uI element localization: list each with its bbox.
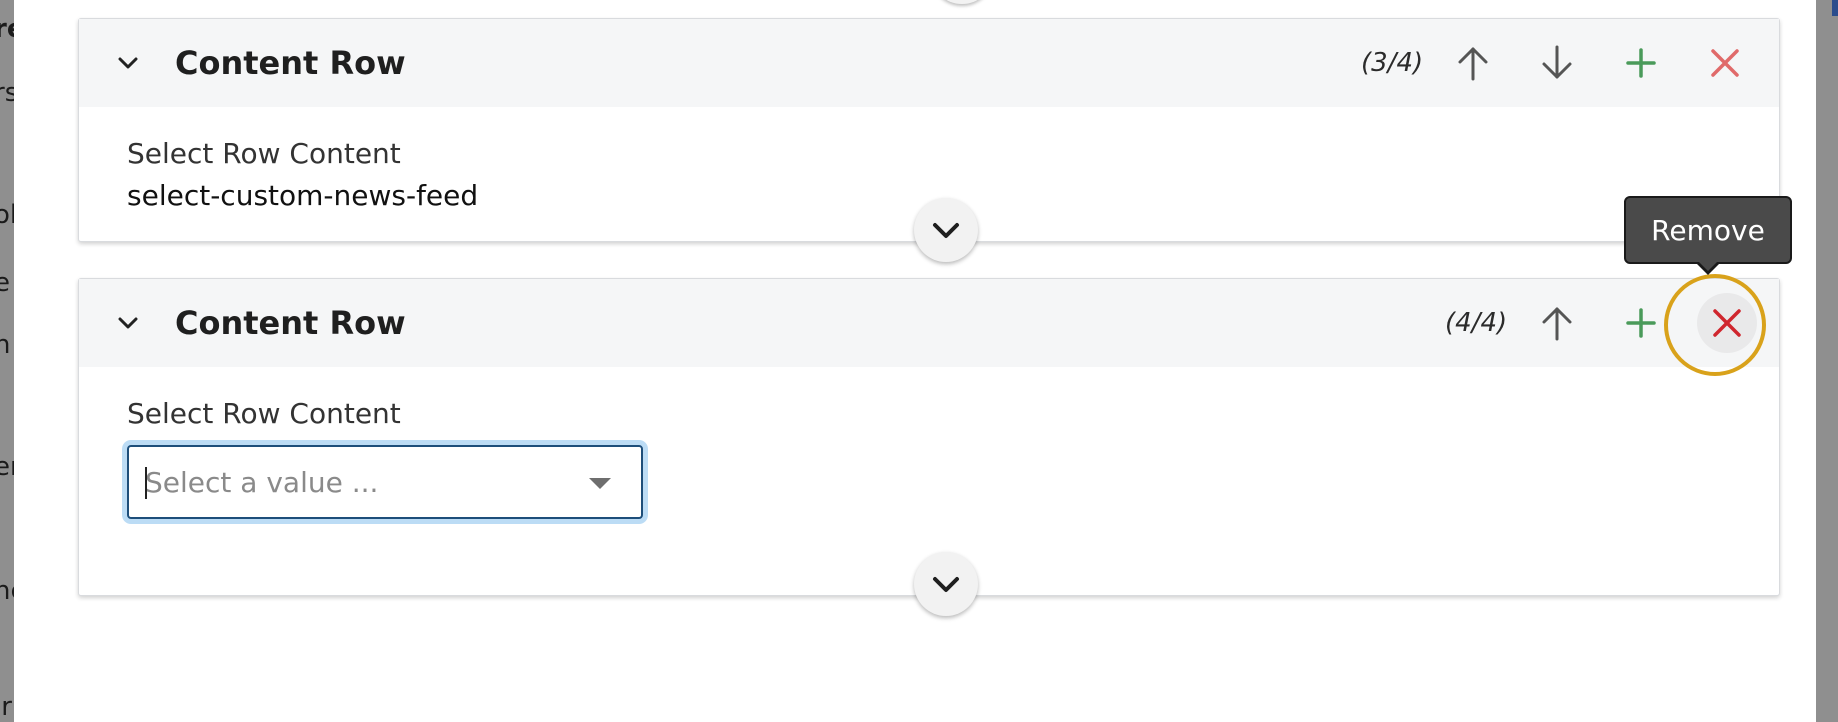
expand-row-button[interactable]	[930, 0, 994, 4]
field-label: Select Row Content	[127, 137, 401, 170]
collapse-chevron-icon[interactable]	[117, 52, 139, 74]
remove-icon	[1711, 49, 1739, 77]
expand-row-button[interactable]	[914, 552, 978, 616]
add-row-button[interactable]	[1613, 295, 1669, 351]
backdrop-text-fragment: e	[0, 268, 10, 298]
field-value: select-custom-news-feed	[127, 179, 479, 212]
dropdown-arrow-icon[interactable]	[589, 478, 611, 489]
chevron-down-icon	[933, 577, 959, 592]
row-title: Content Row	[175, 44, 406, 82]
add-icon	[1626, 48, 1656, 78]
row-content-select[interactable]	[127, 445, 643, 519]
move-up-icon	[1542, 307, 1572, 341]
remove-row-button[interactable]	[1697, 35, 1753, 91]
content-row-header: Content Row (3/4)	[79, 19, 1779, 107]
tooltip-pointer-fill	[1698, 261, 1718, 271]
collapse-chevron-icon[interactable]	[117, 312, 139, 334]
modal-dialog: Content Row (3/4) Select Row Content sel…	[14, 0, 1816, 722]
backdrop-text-fragment: n	[0, 330, 11, 360]
expand-row-button[interactable]	[914, 198, 978, 262]
backdrop-text-fragment: er	[0, 452, 14, 482]
add-icon	[1626, 308, 1656, 338]
row-content-select-input[interactable]	[145, 447, 565, 517]
backdrop-left: re rs ol e n er nc ir	[0, 0, 14, 722]
row-title: Content Row	[175, 304, 406, 342]
field-label: Select Row Content	[127, 397, 401, 430]
move-down-button[interactable]	[1529, 35, 1585, 91]
viewport: re rs ol e n er nc ir Content Row (3/4)	[0, 0, 1838, 722]
backdrop-text-fragment: ir	[0, 692, 12, 722]
row-counter: (3/4)	[1361, 48, 1424, 78]
chevron-down-icon	[933, 223, 959, 238]
backdrop-text-fragment: nc	[0, 576, 14, 606]
text-cursor	[145, 467, 147, 499]
move-down-icon	[1542, 45, 1572, 79]
backdrop-right	[1816, 0, 1838, 722]
move-up-button[interactable]	[1529, 295, 1585, 351]
move-up-icon	[1458, 47, 1488, 81]
content-row-panel: Content Row (4/4) Select Row Content	[78, 278, 1780, 596]
backdrop-text-fragment: ol	[0, 200, 14, 230]
move-up-button[interactable]	[1445, 35, 1501, 91]
focus-highlight-ring	[1664, 274, 1766, 376]
backdrop-text-fragment: re	[0, 14, 14, 44]
backdrop-text-fragment: rs	[0, 78, 14, 108]
remove-tooltip: Remove	[1624, 196, 1792, 264]
backdrop-edge	[1832, 0, 1838, 16]
content-row-header: Content Row (4/4)	[79, 279, 1779, 367]
row-counter: (4/4)	[1445, 308, 1508, 338]
add-row-button[interactable]	[1613, 35, 1669, 91]
